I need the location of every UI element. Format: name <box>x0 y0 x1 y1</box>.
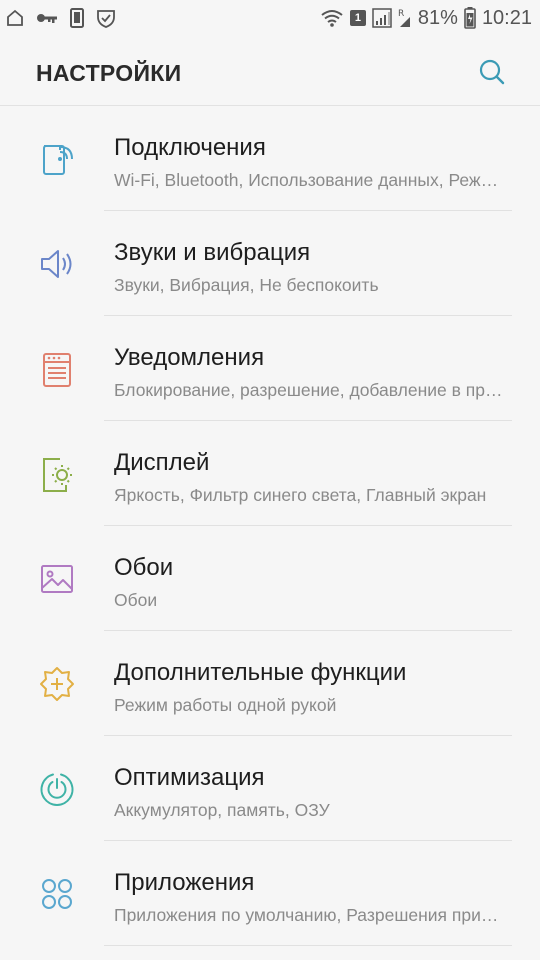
page-title: НАСТРОЙКИ <box>36 60 182 86</box>
settings-item-subtitle: Режим работы одной рукой <box>114 695 337 715</box>
settings-item-title: Приложения <box>114 869 255 896</box>
sim-signal-icon <box>372 8 392 28</box>
settings-item-subtitle: Яркость, Фильтр синего света, Главный эк… <box>114 485 487 505</box>
divider <box>104 945 512 946</box>
settings-item-title: Оптимизация <box>114 764 265 791</box>
wifi-icon <box>321 10 343 27</box>
advanced-features-icon <box>40 667 74 701</box>
settings-item-advanced-features[interactable]: Дополнительные функции Режим работы одно… <box>0 631 540 736</box>
optimization-icon <box>40 773 74 806</box>
home-outline-icon <box>7 9 23 26</box>
settings-item-display[interactable]: Дисплей Яркость, Фильтр синего света, Гл… <box>0 421 540 526</box>
clock: 10:21 <box>481 6 532 29</box>
settings-item-connections[interactable]: Подключения Wi-Fi, Bluetooth, Использова… <box>0 106 540 211</box>
sim-slot-badge: 1 <box>349 10 366 26</box>
settings-item-wallpaper[interactable]: Обои Обои <box>0 526 540 631</box>
settings-item-subtitle: Аккумулятор, память, ОЗУ <box>114 800 330 820</box>
settings-item-title: Дисплей <box>114 449 210 476</box>
status-bar-right: 1 R 81% 10:21 <box>320 6 532 30</box>
cell-signal-icon: R <box>398 9 410 27</box>
key-icon <box>37 14 57 23</box>
apps-icon <box>42 879 72 909</box>
settings-item-optimization[interactable]: Оптимизация Аккумулятор, память, ОЗУ <box>0 736 540 841</box>
settings-item-subtitle: Блокирование, разрешение, добавление в п… <box>114 380 506 400</box>
phone-block-icon <box>70 8 84 28</box>
app-header: НАСТРОЙКИ <box>0 36 540 106</box>
settings-item-notifications[interactable]: Уведомления Блокирование, разрешение, до… <box>0 316 540 421</box>
settings-item-title: Уведомления <box>114 344 265 371</box>
settings-item-subtitle: Звуки, Вибрация, Не беспокоить <box>114 275 379 295</box>
display-icon <box>43 458 72 492</box>
settings-list: Подключения Wi-Fi, Bluetooth, Использова… <box>0 106 540 946</box>
settings-item-title: Звуки и вибрация <box>114 239 311 266</box>
settings-item-apps[interactable]: Приложения Приложения по умолчанию, Разр… <box>0 841 540 946</box>
settings-item-title: Подключения <box>114 134 266 161</box>
shield-check-icon <box>97 10 115 28</box>
settings-item-subtitle: Приложения по умолчанию, Разрешения прил… <box>114 905 506 925</box>
svg-text:R: R <box>398 9 404 19</box>
settings-item-subtitle: Обои <box>114 590 158 610</box>
connections-icon <box>43 145 73 175</box>
notifications-icon <box>43 353 71 387</box>
settings-item-sounds[interactable]: Звуки и вибрация Звуки, Вибрация, Не бес… <box>0 211 540 316</box>
status-bar: 1 R 81% 10:21 <box>0 0 540 36</box>
settings-item-title: Обои <box>114 554 174 581</box>
settings-item-subtitle: Wi-Fi, Bluetooth, Использование данных, … <box>114 170 506 190</box>
wallpaper-icon <box>41 565 73 593</box>
search-icon <box>479 59 505 85</box>
status-bar-left <box>6 6 116 30</box>
search-button[interactable] <box>474 54 510 90</box>
battery-percent: 81% <box>417 6 458 29</box>
speaker-icon <box>41 250 72 278</box>
settings-item-title: Дополнительные функции <box>114 659 407 686</box>
battery-icon <box>464 7 476 29</box>
